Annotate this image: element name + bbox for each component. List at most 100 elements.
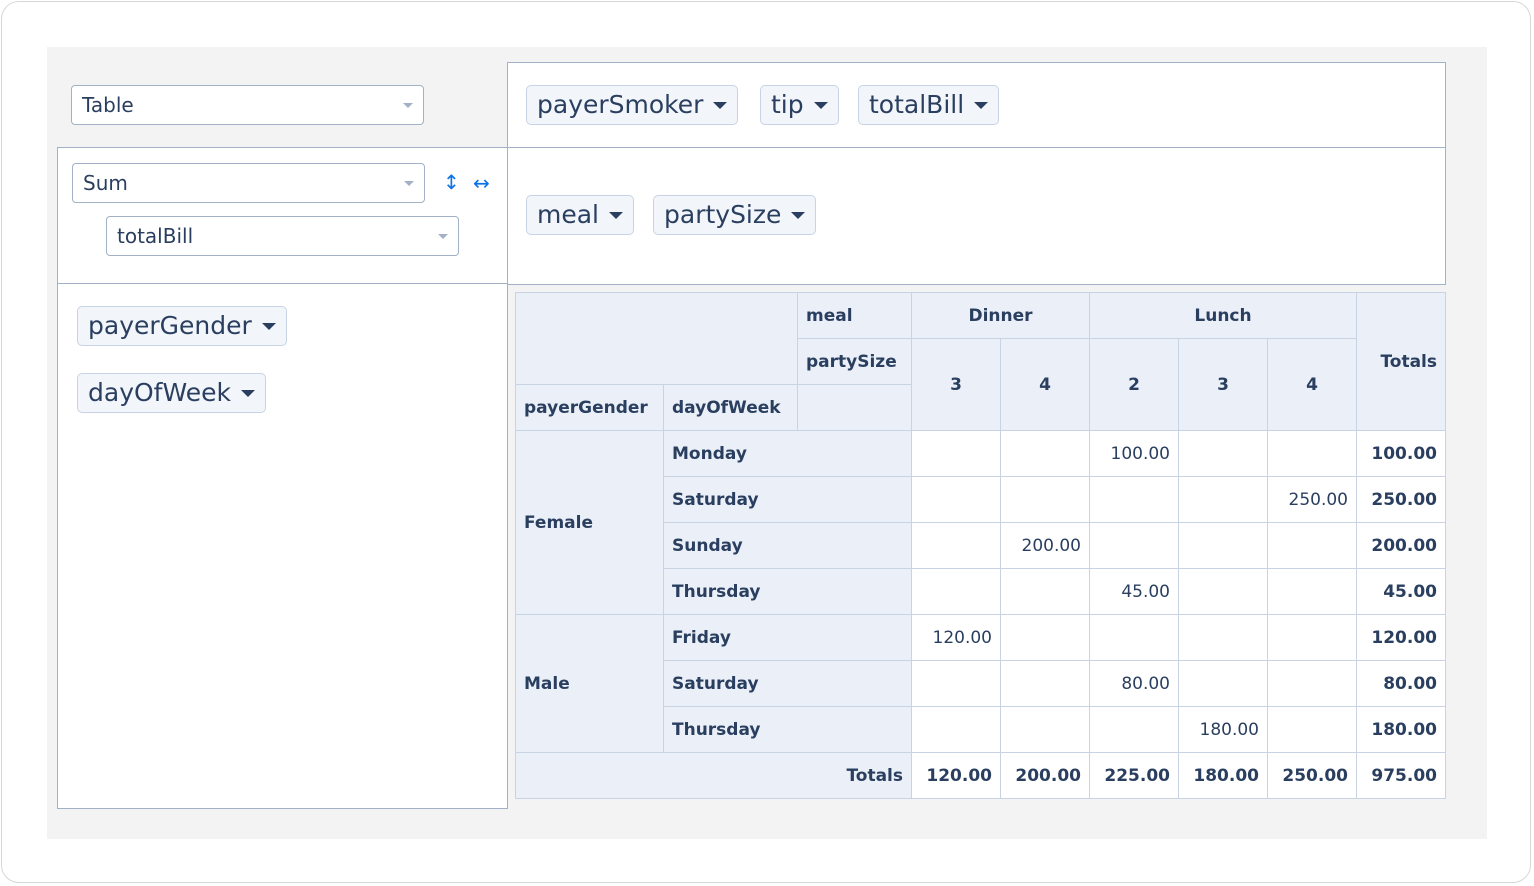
col-total-cell: 250.00	[1267, 752, 1357, 799]
attr-pill-dayOfWeek[interactable]: dayOfWeek	[77, 373, 266, 413]
col-header-partySize: 2	[1089, 338, 1179, 431]
attr-pill-payerSmoker[interactable]: payerSmoker	[526, 85, 739, 125]
triangle-down-icon[interactable]	[261, 322, 276, 330]
row-header-gender: Female	[515, 430, 664, 615]
aggregator-attr-select[interactable]: totalBill	[106, 216, 459, 256]
aggregator-select-value: Sum	[83, 171, 128, 195]
pivot-cell	[1267, 522, 1357, 569]
row-attr-label: dayOfWeek	[663, 384, 798, 431]
pivot-cell	[1000, 706, 1090, 753]
col-header-meal: Dinner	[911, 292, 1090, 339]
row-attrs-area	[57, 283, 508, 809]
triangle-down-icon[interactable]	[240, 389, 255, 397]
row-total-cell: 200.00	[1356, 522, 1446, 569]
attr-pill-label: totalBill	[869, 90, 965, 119]
attr-pill-label: partySize	[664, 200, 782, 229]
attr-pill-label: dayOfWeek	[88, 378, 231, 407]
pivot-cell	[1089, 522, 1179, 569]
attr-pill-tip[interactable]: tip	[760, 85, 839, 125]
triangle-down-icon[interactable]	[713, 101, 728, 109]
row-total-cell: 180.00	[1356, 706, 1446, 753]
pivot-cell: 250.00	[1267, 476, 1357, 523]
attr-pill-label: payerSmoker	[537, 90, 704, 119]
attr-pill-label: meal	[537, 200, 599, 229]
attr-pill-payerGender[interactable]: payerGender	[77, 306, 287, 346]
col-total-cell: 200.00	[1000, 752, 1090, 799]
col-attr-label: partySize	[797, 338, 912, 385]
row-header-day: Saturday	[663, 660, 912, 707]
pivot-cell	[1267, 614, 1357, 661]
row-total-cell: 100.00	[1356, 430, 1446, 477]
renderer-select[interactable]: Table	[71, 85, 424, 125]
pivot-cell	[1178, 430, 1268, 477]
pivot-cell: 45.00	[1089, 568, 1179, 615]
pivot-cell	[1267, 568, 1357, 615]
renderer-select-value: Table	[82, 93, 134, 117]
row-attr-label: payerGender	[515, 384, 664, 431]
triangle-down-icon[interactable]	[791, 211, 806, 219]
row-header-day: Saturday	[663, 476, 912, 523]
pivot-cell	[911, 522, 1001, 569]
col-attr-label: meal	[797, 292, 912, 339]
col-total-cell: 120.00	[911, 752, 1001, 799]
pivot-cell	[911, 476, 1001, 523]
row-header-day: Thursday	[663, 568, 912, 615]
attr-pill-meal[interactable]: meal	[526, 195, 634, 235]
pivot-cell	[1089, 614, 1179, 661]
chevron-down-icon	[404, 181, 414, 186]
col-order-icon[interactable]: ↔	[473, 173, 490, 193]
pivot-cell	[1000, 476, 1090, 523]
col-attrs-area	[507, 147, 1446, 285]
totals-header: Totals	[1356, 292, 1446, 431]
pivot-cell	[1000, 614, 1090, 661]
row-order-icon[interactable]: ↕	[443, 172, 460, 192]
pivot-cell	[1178, 614, 1268, 661]
pivot-cell	[1000, 660, 1090, 707]
pivot-cell	[1178, 476, 1268, 523]
aggregator-attr-value: totalBill	[117, 224, 194, 248]
row-header-day: Thursday	[663, 706, 912, 753]
grand-total-cell: 975.00	[1356, 752, 1446, 799]
pivot-cell: 180.00	[1178, 706, 1268, 753]
pivot-cell: 120.00	[911, 614, 1001, 661]
col-total-cell: 225.00	[1089, 752, 1179, 799]
attr-pill-label: tip	[771, 90, 804, 119]
row-total-cell: 80.00	[1356, 660, 1446, 707]
empty-header	[797, 384, 912, 431]
pivot-corner	[515, 292, 798, 385]
chevron-down-icon	[438, 234, 448, 239]
attr-pill-totalBill[interactable]: totalBill	[858, 85, 1000, 125]
pivot-cell: 80.00	[1089, 660, 1179, 707]
table-row: Male Friday 120.00 120.00	[515, 614, 1446, 753]
pivot-cell	[911, 660, 1001, 707]
row-total-cell: 120.00	[1356, 614, 1446, 661]
pivot-cell: 100.00	[1089, 430, 1179, 477]
col-total-cell: 180.00	[1178, 752, 1268, 799]
pivot-table: meal Dinner Lunch Totals partySize 3 4 2…	[515, 292, 1446, 799]
triangle-down-icon[interactable]	[609, 211, 623, 219]
pivot-cell	[911, 568, 1001, 615]
row-header-day: Friday	[663, 614, 912, 661]
pivot-cell	[1178, 522, 1268, 569]
row-total-cell: 45.00	[1356, 568, 1446, 615]
col-header-meal: Lunch	[1089, 292, 1357, 339]
pivot-cell	[1000, 430, 1090, 477]
row-total-cell: 250.00	[1356, 476, 1446, 523]
attr-pill-partySize[interactable]: partySize	[653, 195, 817, 235]
col-header-partySize: 3	[1178, 338, 1268, 431]
pivot-cell	[911, 430, 1001, 477]
totals-row-label: Totals	[515, 752, 912, 799]
pivot-cell	[1178, 660, 1268, 707]
pivot-cell	[1178, 568, 1268, 615]
table-row: Female Monday 100.00 100.00	[515, 430, 1446, 615]
col-header-partySize: 4	[1267, 338, 1357, 431]
pivot-body: Female Monday 100.00 100.00 Saturday 250.00 25…	[515, 430, 1446, 799]
row-header-day: Sunday	[663, 522, 912, 569]
aggregator-select[interactable]: Sum	[72, 163, 425, 203]
pivot-cell	[1089, 706, 1179, 753]
triangle-down-icon[interactable]	[813, 101, 828, 109]
row-header-day: Monday	[663, 430, 912, 477]
pivot-cell	[1089, 476, 1179, 523]
triangle-down-icon[interactable]	[974, 101, 989, 109]
pivot-cell	[1000, 568, 1090, 615]
